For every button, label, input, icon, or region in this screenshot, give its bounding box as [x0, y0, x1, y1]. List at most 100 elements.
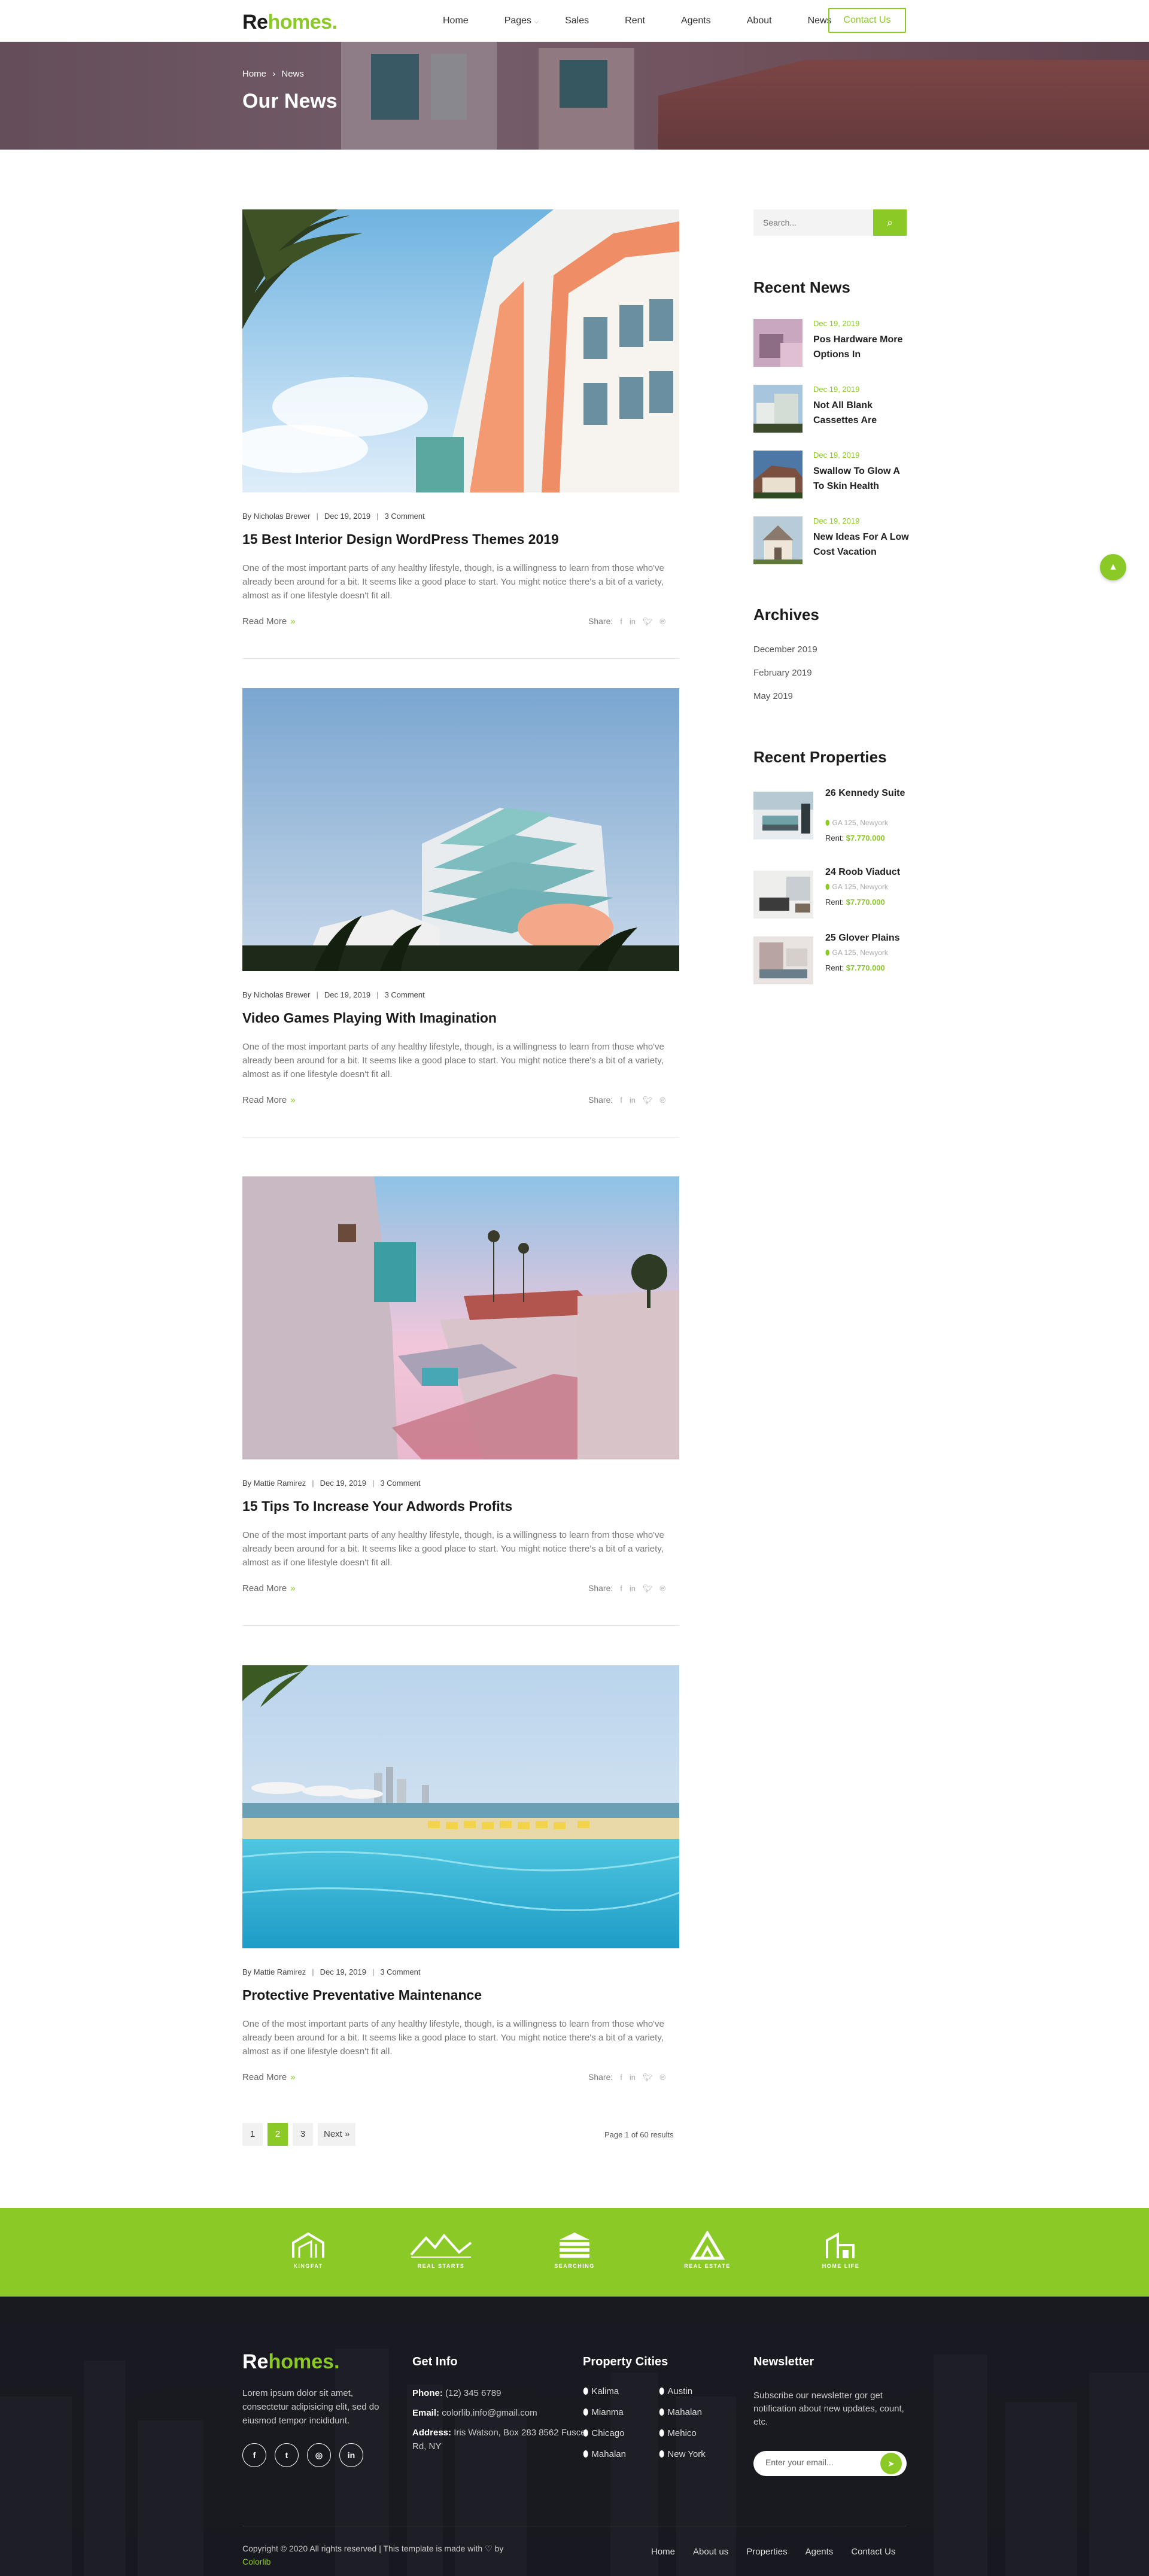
- newsletter-submit-button[interactable]: ➤: [880, 2453, 902, 2474]
- recent-news-title-text[interactable]: Swallow To Glow A To Skin Health: [813, 464, 909, 494]
- twitter-icon[interactable]: 🐦︎: [643, 617, 653, 626]
- property-title[interactable]: 25 Glover Plains: [825, 930, 909, 945]
- post-image[interactable]: [242, 1176, 679, 1459]
- page-link-1[interactable]: 1: [242, 2123, 263, 2146]
- post-image[interactable]: [242, 209, 679, 492]
- archive-link[interactable]: December 2019: [753, 644, 817, 655]
- search-input[interactable]: [753, 209, 873, 236]
- linkedin-icon[interactable]: in: [339, 2443, 363, 2467]
- post-title[interactable]: Protective Preventative Maintenance: [242, 1987, 482, 2003]
- pinterest-icon[interactable]: ℗: [660, 1584, 666, 1593]
- facebook-icon[interactable]: f: [620, 2073, 622, 2082]
- post-comments[interactable]: 3 Comment: [380, 1967, 420, 1976]
- post-image[interactable]: [242, 688, 679, 971]
- nav-sales[interactable]: Sales: [565, 16, 589, 26]
- city-link[interactable]: ⬮ Mahalan: [659, 2407, 702, 2417]
- post-title[interactable]: 15 Best Interior Design WordPress Themes…: [242, 531, 559, 548]
- footer-nav-contact[interactable]: Contact Us: [851, 2547, 895, 2557]
- search-button[interactable]: ⌕: [873, 209, 907, 236]
- site-logo[interactable]: Rehomes.: [242, 11, 338, 34]
- facebook-icon[interactable]: f: [620, 1096, 622, 1105]
- partner-logo[interactable]: REAL STARTS: [408, 2231, 474, 2276]
- pinterest-icon[interactable]: ℗: [660, 1096, 666, 1105]
- twitter-icon[interactable]: 🐦︎: [643, 1584, 653, 1593]
- post-author[interactable]: By Nicholas Brewer: [242, 512, 310, 521]
- city-link[interactable]: ⬮ Mianma: [583, 2407, 624, 2417]
- post-comments[interactable]: 3 Comment: [380, 1479, 420, 1488]
- recent-property-item[interactable]: 24 Roob Viaduct ⬮ GA 125, Newyork Rent: $…: [753, 865, 909, 924]
- post-comments[interactable]: 3 Comment: [385, 512, 425, 521]
- page-link-2-current[interactable]: 2: [268, 2123, 288, 2146]
- footer-nav-agents[interactable]: Agents: [805, 2547, 834, 2557]
- recent-news-item[interactable]: Dec 19, 2019 Not All Blank Cassettes Are: [753, 385, 909, 439]
- email-value[interactable]: colorlib.info@gmail.com: [442, 2408, 537, 2418]
- facebook-icon[interactable]: f: [242, 2443, 266, 2467]
- linkedin-icon[interactable]: in: [630, 2073, 636, 2082]
- property-title[interactable]: 26 Kennedy Suite: [825, 786, 909, 801]
- footer-nav-properties[interactable]: Properties: [746, 2547, 787, 2557]
- partner-logo[interactable]: SEARCHING: [542, 2231, 607, 2276]
- city-link[interactable]: ⬮ Kalima: [583, 2386, 619, 2396]
- city-link[interactable]: ⬮ Chicago: [583, 2428, 624, 2438]
- city-link[interactable]: ⬮ New York: [659, 2449, 706, 2459]
- footer-logo[interactable]: Rehomes.: [242, 2350, 340, 2374]
- linkedin-icon[interactable]: in: [630, 617, 636, 626]
- nav-agents[interactable]: Agents: [681, 16, 711, 26]
- archive-link[interactable]: May 2019: [753, 691, 793, 701]
- post-comments[interactable]: 3 Comment: [385, 990, 425, 999]
- city-link[interactable]: ⬮ Austin: [659, 2386, 692, 2396]
- recent-property-item[interactable]: 26 Kennedy Suite ⬮ GA 125, Newyork Rent: …: [753, 786, 909, 846]
- footer-nav-home[interactable]: Home: [651, 2547, 675, 2557]
- twitter-icon[interactable]: 🐦︎: [643, 1096, 653, 1105]
- partner-logo[interactable]: HOME LIFE: [808, 2231, 874, 2276]
- post-image[interactable]: [242, 1665, 679, 1948]
- linkedin-icon[interactable]: in: [630, 1096, 636, 1105]
- recent-news-item[interactable]: Dec 19, 2019 Swallow To Glow A To Skin H…: [753, 451, 909, 504]
- recent-news-item[interactable]: Dec 19, 2019 New Ideas For A Low Cost Va…: [753, 516, 909, 570]
- nav-pages[interactable]: Pages ⌵: [504, 16, 539, 26]
- linkedin-icon[interactable]: in: [630, 1584, 636, 1593]
- property-title[interactable]: 24 Roob Viaduct: [825, 865, 909, 880]
- nav-about[interactable]: About: [747, 16, 772, 26]
- post-title[interactable]: Video Games Playing With Imagination: [242, 1010, 497, 1026]
- read-more-link[interactable]: Read More»: [242, 616, 296, 626]
- pinterest-icon[interactable]: ℗: [660, 2073, 666, 2082]
- breadcrumb-home[interactable]: Home: [242, 69, 266, 79]
- city-link[interactable]: ⬮ Mehico: [659, 2428, 697, 2438]
- recent-news-title-text[interactable]: Pos Hardware More Options In: [813, 332, 909, 362]
- post-title[interactable]: 15 Tips To Increase Your Adwords Profits: [242, 1498, 512, 1514]
- post-author[interactable]: By Nicholas Brewer: [242, 990, 310, 999]
- recent-news-item[interactable]: Dec 19, 2019 Pos Hardware More Options I…: [753, 319, 909, 373]
- post-author[interactable]: By Mattie Ramirez: [242, 1967, 306, 1976]
- read-more-link[interactable]: Read More»: [242, 2072, 296, 2082]
- post-author[interactable]: By Mattie Ramirez: [242, 1479, 306, 1488]
- page-link-3[interactable]: 3: [293, 2123, 313, 2146]
- pinterest-icon[interactable]: ℗: [660, 617, 666, 626]
- partner-logo[interactable]: KINGFAT: [275, 2231, 341, 2276]
- footer-phone: Phone: (12) 345 6789: [412, 2386, 586, 2400]
- footer-nav-about[interactable]: About us: [693, 2547, 728, 2557]
- recent-news-title-text[interactable]: New Ideas For A Low Cost Vacation: [813, 530, 909, 559]
- archive-link[interactable]: February 2019: [753, 668, 812, 678]
- twitter-icon[interactable]: t: [275, 2443, 299, 2467]
- newsletter-email-input[interactable]: Enter your email...: [765, 2458, 834, 2467]
- twitter-icon[interactable]: 🐦︎: [643, 2073, 653, 2082]
- read-more-link[interactable]: Read More»: [242, 1095, 296, 1105]
- facebook-icon[interactable]: f: [620, 617, 622, 626]
- phone-value[interactable]: (12) 345 6789: [445, 2388, 501, 2398]
- read-more-link[interactable]: Read More»: [242, 1583, 296, 1593]
- scroll-to-top-button[interactable]: ▲: [1100, 554, 1126, 580]
- nav-home[interactable]: Home: [443, 16, 469, 26]
- next-page-button[interactable]: Next »: [318, 2123, 356, 2146]
- nav-rent[interactable]: Rent: [625, 16, 645, 26]
- city-link[interactable]: ⬮ Mahalan: [583, 2449, 626, 2459]
- contact-us-button[interactable]: Contact Us: [828, 8, 906, 33]
- recent-news-title-text[interactable]: Not All Blank Cassettes Are: [813, 398, 909, 428]
- colorlib-link[interactable]: Colorlib: [242, 2557, 270, 2566]
- pagination-info: Page 1 of 60 results: [604, 2130, 674, 2139]
- share-label: Share:: [588, 1583, 613, 1593]
- recent-property-item[interactable]: 25 Glover Plains ⬮ GA 125, Newyork Rent: …: [753, 930, 909, 990]
- instagram-icon[interactable]: ◎: [307, 2443, 331, 2467]
- partner-logo[interactable]: REAL ESTATE: [674, 2231, 740, 2276]
- facebook-icon[interactable]: f: [620, 1584, 622, 1593]
